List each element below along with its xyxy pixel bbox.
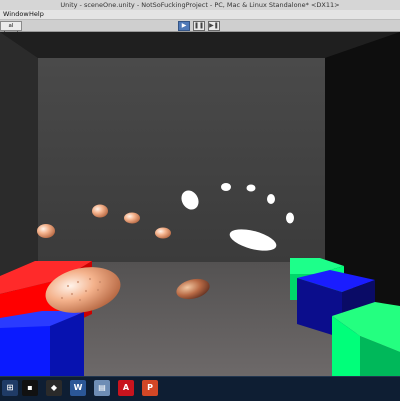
menu-item-window[interactable]: Window — [3, 10, 29, 19]
step-icon: ▶❚ — [209, 22, 219, 29]
acrobat-icon[interactable]: A — [118, 380, 134, 396]
menu-item-help[interactable]: Help — [29, 10, 44, 19]
unity-icon[interactable]: ◆ — [46, 380, 62, 396]
toolbar: al Local ▶ ❚❚ ▶❚ — [0, 20, 400, 37]
game-viewport[interactable] — [0, 32, 400, 376]
pause-icon: ❚❚ — [194, 22, 205, 29]
play-button[interactable]: ▶ — [178, 21, 190, 31]
white-sphere — [286, 212, 294, 224]
terminal-icon[interactable]: ▪ — [22, 380, 38, 396]
taskbar: ⊞ ▪ ◆ W ▤ A P — [0, 376, 400, 401]
peach-sphere — [92, 204, 108, 218]
window-title: Unity - sceneOne.unity - NotSoFuckingPro… — [60, 1, 340, 9]
white-sphere — [267, 194, 275, 204]
scene-render — [0, 32, 400, 376]
peach-sphere — [124, 212, 140, 224]
back-wall — [38, 58, 325, 262]
play-icon: ▶ — [181, 22, 187, 29]
word-icon[interactable]: W — [70, 380, 86, 396]
title-bar: Unity - sceneOne.unity - NotSoFuckingPro… — [0, 0, 400, 10]
pause-button[interactable]: ❚❚ — [193, 21, 205, 31]
blue-cube-front — [0, 326, 50, 376]
peach-sphere — [37, 224, 55, 238]
powerpoint-icon[interactable]: P — [142, 380, 158, 396]
white-sphere — [246, 184, 256, 192]
network-icon[interactable]: ⊞ — [2, 380, 18, 396]
step-button[interactable]: ▶❚ — [208, 21, 220, 31]
white-sphere — [221, 183, 231, 191]
menu-bar: Window Help — [0, 10, 400, 20]
pivot-local-toggle[interactable]: al Local — [0, 21, 22, 37]
file-icon[interactable]: ▤ — [94, 380, 110, 396]
peach-sphere — [155, 227, 171, 239]
